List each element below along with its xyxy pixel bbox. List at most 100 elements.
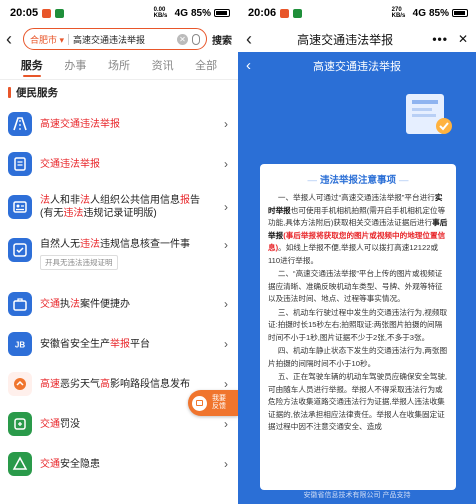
feedback-icon — [192, 395, 207, 411]
tab-news[interactable]: 资讯 — [141, 52, 185, 80]
chevron-right-icon: › — [224, 337, 228, 351]
section-title: 便民服务 — [16, 86, 58, 99]
list-item[interactable]: 法人和非法人组织公共信用信息报告(有无违法违规记录证明版) › — [0, 184, 238, 230]
tab-all[interactable]: 全部 — [184, 52, 228, 80]
list-item-body: 交通罚没 — [40, 418, 212, 431]
back-icon[interactable]: ‹ — [6, 30, 18, 48]
list-item-title: 高速交通违法举报 — [40, 118, 120, 130]
list-item-title: 交通安全隐患 — [40, 458, 100, 470]
status-bar: 20:06 270 KB/s 4G 85% — [238, 0, 476, 26]
status-time: 20:06 — [248, 7, 277, 19]
list-item[interactable]: 高速交通违法举报 › — [0, 104, 238, 144]
notice-paragraph: 一、举报人可通过“高速交通违法举报”平台进行实时举报也可使用手机相机拍照(需开启… — [268, 193, 448, 265]
city-selector[interactable]: 合肥市 ▾ — [30, 33, 64, 46]
list-item[interactable]: JB 安徽省安全生产举报平台 › — [0, 324, 238, 364]
report-illustration-icon — [406, 94, 452, 134]
more-icon[interactable]: ••• — [432, 32, 448, 46]
section-marker — [8, 86, 11, 98]
inner-header: ‹ 高速交通违法举报 — [238, 52, 476, 80]
battery-icon — [214, 9, 230, 17]
microphone-icon[interactable] — [192, 33, 200, 45]
list-item-title: 法人和非法人组织公共信用信息报告(有无违法违规记录证明版) — [40, 195, 200, 219]
section-header: 便民服务 — [0, 80, 238, 104]
notice-paragraph: 二、“高速交通违法举报”平台上传的图片或视频证据应清晰、准确反映机动车类型、号牌… — [268, 269, 443, 303]
chevron-right-icon: › — [224, 377, 228, 391]
chevron-right-icon: › — [224, 457, 228, 471]
tab-affairs[interactable]: 办事 — [54, 52, 98, 80]
search-button[interactable]: 搜索 — [212, 32, 232, 47]
network-speed: 0.00 KB/s — [153, 7, 168, 19]
tab-service[interactable]: 服务 — [10, 52, 54, 80]
list-item-body: 交通执法案件便捷办 — [40, 298, 212, 311]
status-bar: 20:05 0.00 KB/s 4G 85% — [0, 0, 238, 26]
chevron-right-icon: › — [224, 238, 228, 252]
chevron-right-icon: › — [224, 117, 228, 131]
notice-card: 违法举报注意事项 一、举报人可通过“高速交通违法举报”平台进行实时举报也可使用手… — [260, 164, 456, 490]
footer-text: 安徽省信息技术有限公司 产品支持 — [303, 492, 411, 499]
notice-paragraph: 三、机动车行驶过程中发生的交通违法行为,视频取证:拍摄时长15秒左右;拍照取证:… — [268, 307, 448, 342]
back-icon[interactable]: ‹ — [246, 30, 258, 48]
search-row: ‹ 合肥市 ▾ 高速交通违法举报 ✕ 搜索 — [0, 26, 238, 52]
inner-title: 高速交通违法举报 — [313, 61, 401, 73]
chevron-right-icon: › — [224, 417, 228, 431]
list-item[interactable]: 自然人无违法违规信息核查一件事 开具无违法违规证明 › — [0, 230, 238, 284]
list-item-body: 法人和非法人组织公共信用信息报告(有无违法违规记录证明版) — [40, 194, 212, 220]
verify-icon — [8, 238, 32, 262]
page-title: 高速交通违法举报 — [297, 32, 394, 47]
close-icon[interactable]: ✕ — [458, 32, 468, 46]
chevron-right-icon: › — [224, 200, 228, 214]
inner-back-icon[interactable]: ‹ — [246, 57, 258, 75]
report-page: ‹ 高速交通违法举报 违法举报注意事项 一、举报人可通过“高速交通违法举报”平台… — [238, 52, 476, 504]
list-item[interactable]: 交通安全隐患 › — [0, 444, 238, 484]
list-item-title: 安徽省安全生产举报平台 — [40, 338, 150, 350]
search-results-screen: 20:05 0.00 KB/s 4G 85% ‹ 合肥市 ▾ 高速交通违法举报 … — [0, 0, 238, 504]
list-item[interactable]: 交通执法案件便捷办 › — [0, 284, 238, 324]
banner — [244, 80, 470, 140]
status-time: 20:05 — [10, 7, 39, 19]
list-item-body: 自然人无违法违规信息核查一件事 开具无违法违规证明 — [40, 238, 212, 270]
app-notification-icon — [280, 8, 290, 18]
list-item[interactable]: 交通违法举报 › — [0, 144, 238, 184]
notice-paragraph: 五、正在驾驶车辆的机动车驾驶员应确保安全驾驶,可由随车人员进行举报。举报人不得采… — [268, 372, 448, 431]
signal-label: 4G — [174, 7, 188, 19]
network-speed: 270 KB/s — [391, 7, 406, 19]
highway-icon — [8, 112, 32, 136]
feedback-label: 我要反馈 — [212, 395, 226, 410]
hazard-icon — [8, 452, 32, 476]
nav-bar: ‹ 高速交通违法举报 ••• ✕ — [238, 26, 476, 52]
tab-places[interactable]: 场所 — [97, 52, 141, 80]
list-item-body: 高速恶劣天气高影响路段信息发布 — [40, 378, 212, 391]
service-list: 高速交通违法举报 › 交通违法举报 › 法人和非法人组织公共信用信息报告(有无违… — [0, 104, 238, 484]
list-item-body: 交通违法举报 — [40, 158, 212, 171]
chevron-right-icon: › — [224, 157, 228, 171]
notice-title: 违法举报注意事项 — [268, 172, 448, 186]
chevron-right-icon: › — [224, 297, 228, 311]
feedback-button[interactable]: 我要反馈 — [188, 390, 238, 416]
list-item-title: 交通执法案件便捷办 — [40, 298, 130, 310]
list-item-body: 高速交通违法举报 — [40, 118, 212, 131]
signal-label: 4G — [412, 7, 426, 19]
footer-ghost-text: 安徽省高速交通警察总队 — [307, 475, 407, 485]
notice-paragraph: 四、机动车静止状态下发生的交通违法行为,两张图片拍摄的间隔时间不小于10秒。 — [268, 346, 448, 368]
list-item-title: 交通违法举报 — [40, 158, 100, 170]
search-input[interactable]: 高速交通违法举报 — [73, 33, 173, 46]
list-item-title: 高速恶劣天气高影响路段信息发布 — [40, 378, 190, 390]
list-item-title: 自然人无违法违规信息核查一件事 — [40, 239, 190, 250]
safety-platform-icon: JB — [8, 332, 32, 356]
report-detail-screen: 20:06 270 KB/s 4G 85% ‹ 高速交通违法举报 ••• ✕ ‹… — [238, 0, 476, 504]
battery-percent: 85% — [428, 7, 449, 19]
search-box[interactable]: 合肥市 ▾ 高速交通违法举报 ✕ — [23, 28, 207, 50]
list-item-body: 交通安全隐患 — [40, 458, 212, 471]
result-tabs: 服务 办事 场所 资讯 全部 — [0, 52, 238, 80]
battery-percent: 85% — [190, 7, 211, 19]
list-item-body: 安徽省安全生产举报平台 — [40, 338, 212, 351]
list-item-tag: 开具无违法违规证明 — [40, 255, 118, 270]
battery-icon — [452, 9, 468, 17]
penalty-icon — [8, 412, 32, 436]
app-notification-icon — [293, 8, 303, 18]
weather-warning-icon — [8, 372, 32, 396]
case-icon — [8, 292, 32, 316]
document-icon — [8, 152, 32, 176]
city-label: 合肥市 — [30, 34, 58, 45]
clear-icon[interactable]: ✕ — [177, 33, 188, 45]
